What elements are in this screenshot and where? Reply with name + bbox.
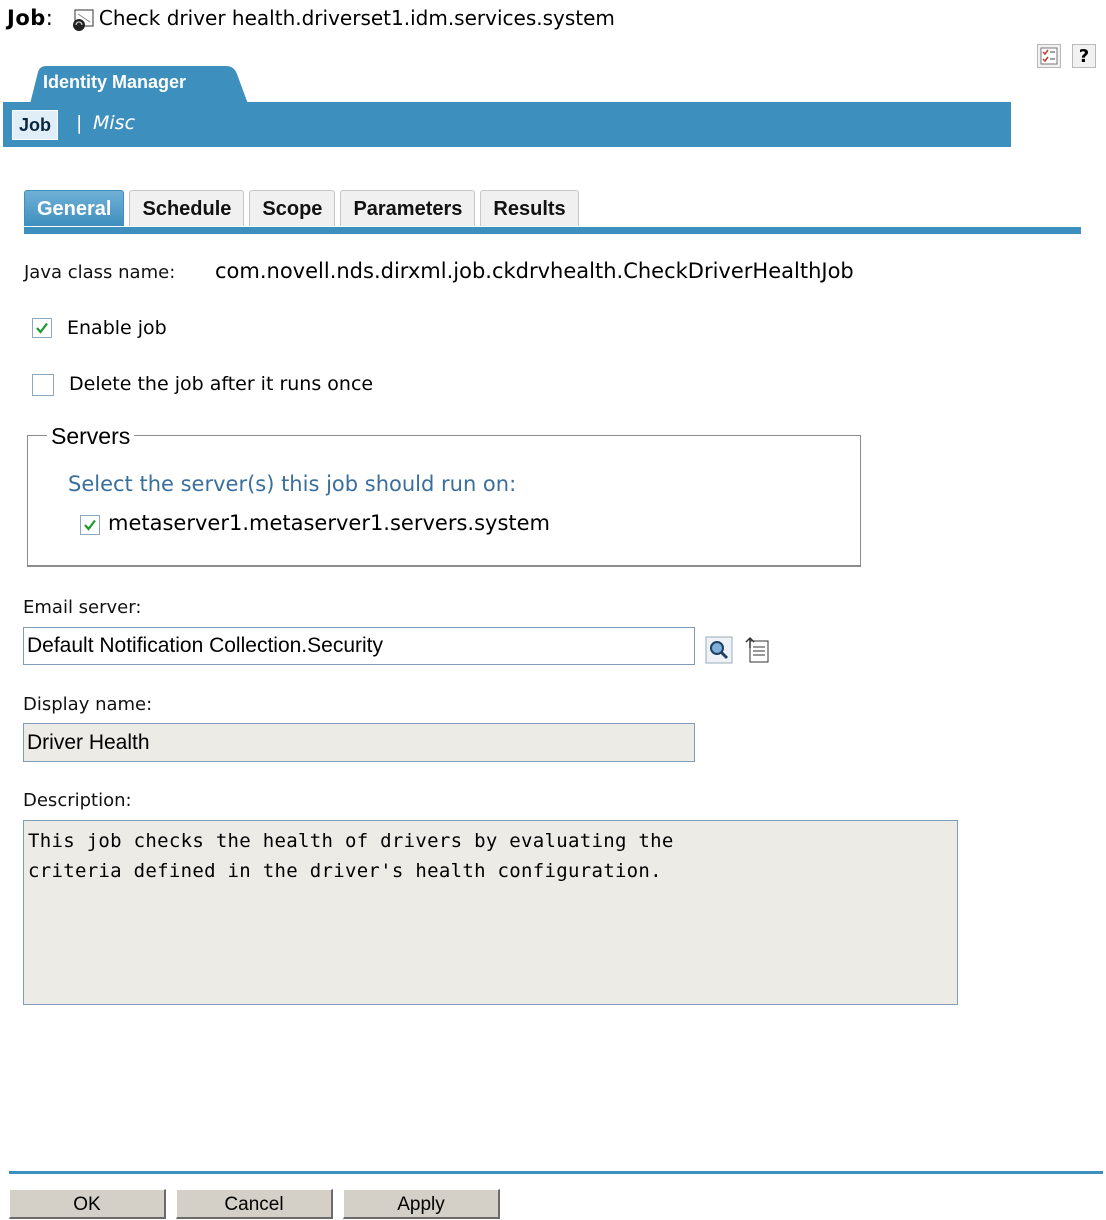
ok-button[interactable]: OK bbox=[9, 1189, 166, 1219]
tab-scope[interactable]: Scope bbox=[249, 190, 336, 226]
history-list-icon[interactable] bbox=[744, 636, 772, 664]
nav-link-misc[interactable]: Misc bbox=[93, 112, 135, 134]
identity-manager-tab-label: Identity Manager bbox=[43, 72, 187, 92]
job-path: Check driver health.driverset1.idm.servi… bbox=[98, 6, 615, 30]
server-checkbox[interactable] bbox=[80, 515, 100, 535]
footer-divider bbox=[9, 1171, 1103, 1174]
nav-bar bbox=[3, 102, 1011, 147]
tasks-button[interactable] bbox=[1037, 44, 1061, 68]
task-list-icon bbox=[1040, 47, 1058, 65]
servers-legend: Servers bbox=[47, 423, 135, 450]
email-server-input[interactable]: Default Notification Collection.Security bbox=[23, 627, 695, 665]
tab-strip: General Schedule Scope Parameters Result… bbox=[24, 190, 584, 226]
display-name-field[interactable]: Driver Health bbox=[23, 723, 695, 762]
servers-prompt: Select the server(s) this job should run… bbox=[68, 472, 517, 496]
server-label: metaserver1.metaserver1.servers.system bbox=[108, 511, 550, 535]
java-class-label: Java class name: bbox=[24, 262, 176, 283]
enable-job-checkbox[interactable] bbox=[32, 318, 52, 338]
help-icon: ? bbox=[1078, 45, 1090, 67]
email-server-label: Email server: bbox=[23, 597, 142, 618]
cancel-button[interactable]: Cancel bbox=[176, 1189, 333, 1219]
tab-general[interactable]: General bbox=[24, 190, 125, 226]
tab-parameters[interactable]: Parameters bbox=[340, 190, 476, 226]
servers-fieldset bbox=[27, 435, 861, 567]
enable-job-label: Enable job bbox=[67, 317, 167, 339]
description-label: Description: bbox=[23, 790, 132, 811]
nav-link-job[interactable]: Job bbox=[12, 110, 59, 140]
tab-results[interactable]: Results bbox=[480, 190, 579, 226]
job-icon bbox=[72, 9, 94, 31]
tab-underline bbox=[24, 227, 1081, 234]
title-label: Job bbox=[7, 6, 46, 30]
checkmark-icon bbox=[36, 322, 48, 334]
title-separator: : bbox=[45, 6, 53, 30]
help-button[interactable]: ? bbox=[1072, 44, 1096, 68]
display-name-label: Display name: bbox=[23, 694, 153, 715]
delete-job-label: Delete the job after it runs once bbox=[69, 373, 374, 395]
tab-schedule[interactable]: Schedule bbox=[129, 190, 245, 226]
apply-button[interactable]: Apply bbox=[343, 1189, 500, 1219]
delete-job-checkbox[interactable] bbox=[32, 374, 54, 396]
checkmark-icon bbox=[84, 519, 96, 531]
java-class-value: com.novell.nds.dirxml.job.ckdrvhealth.Ch… bbox=[215, 259, 854, 283]
page-title: Job : Check driver health.driverset1.idm… bbox=[7, 2, 615, 34]
search-icon[interactable] bbox=[705, 636, 733, 664]
nav-separator: | bbox=[76, 112, 83, 134]
description-textarea[interactable]: This job checks the health of drivers by… bbox=[23, 820, 958, 1005]
